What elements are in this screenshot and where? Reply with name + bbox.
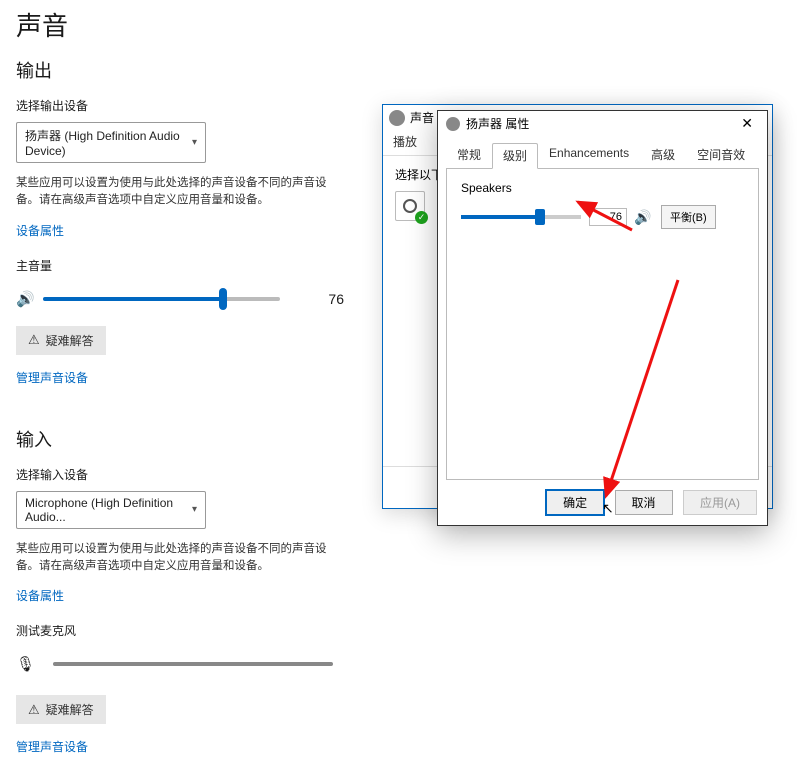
speakers-label: Speakers <box>461 181 744 195</box>
troubleshoot-label: 疑难解答 <box>46 332 94 349</box>
master-volume-label: 主音量 <box>16 257 344 274</box>
troubleshoot-label: 疑难解答 <box>46 701 94 718</box>
master-volume-value: 76 <box>300 291 344 307</box>
tab-levels[interactable]: 级别 <box>492 143 538 169</box>
level-value[interactable]: 76 <box>589 208 627 226</box>
output-select-label: 选择输出设备 <box>16 97 344 114</box>
device-item[interactable]: ✓ <box>395 191 425 221</box>
input-desc: 某些应用可以设置为使用与此处选择的声音设备不同的声音设备。请在高级声音选项中自定… <box>16 541 344 576</box>
tab-general[interactable]: 常规 <box>446 142 492 168</box>
manage-output-devices-link[interactable]: 管理声音设备 <box>16 369 88 386</box>
dialog-title: 声音 <box>410 109 434 126</box>
input-device-value: Microphone (High Definition Audio... <box>25 496 192 524</box>
output-troubleshoot-button[interactable]: ⚠ 疑难解答 <box>16 326 106 355</box>
level-slider[interactable] <box>461 215 581 219</box>
tab-spatial[interactable]: 空间音效 <box>686 142 756 168</box>
output-heading: 输出 <box>16 57 344 83</box>
manage-input-devices-link[interactable]: 管理声音设备 <box>16 738 88 755</box>
input-device-properties-link[interactable]: 设备属性 <box>16 587 64 604</box>
input-heading: 输入 <box>16 426 344 452</box>
warning-icon: ⚠ <box>28 702 40 718</box>
mic-level-meter <box>53 662 333 666</box>
output-desc: 某些应用可以设置为使用与此处选择的声音设备不同的声音设备。请在高级声音选项中自定… <box>16 175 344 210</box>
input-select-label: 选择输入设备 <box>16 466 344 483</box>
speaker-icon <box>446 117 460 131</box>
output-device-properties-link[interactable]: 设备属性 <box>16 222 64 239</box>
output-device-value: 扬声器 (High Definition Audio Device) <box>25 127 192 158</box>
check-icon: ✓ <box>415 211 428 224</box>
close-icon[interactable]: ✕ <box>735 115 759 132</box>
slider-thumb[interactable] <box>535 209 545 225</box>
apply-button: 应用(A) <box>683 490 757 515</box>
output-device-select[interactable]: 扬声器 (High Definition Audio Device) ▾ <box>16 122 206 163</box>
cancel-button[interactable]: 取消 <box>615 490 673 515</box>
speaker-properties-dialog: 扬声器 属性 ✕ 常规 级别 Enhancements 高级 空间音效 Spea… <box>437 110 768 526</box>
tab-advanced[interactable]: 高级 <box>640 142 686 168</box>
dialog-title: 扬声器 属性 <box>466 115 529 132</box>
page-title: 声音 <box>16 6 344 43</box>
speaker-icon <box>389 110 405 126</box>
slider-thumb[interactable] <box>219 288 227 310</box>
balance-button[interactable]: 平衡(B) <box>661 205 716 229</box>
ok-button[interactable]: 确定 <box>546 490 604 515</box>
speaker-device-icon <box>403 199 417 213</box>
master-volume-slider[interactable] <box>43 297 280 301</box>
input-troubleshoot-button[interactable]: ⚠ 疑难解答 <box>16 695 106 724</box>
tab-enhancements[interactable]: Enhancements <box>538 142 640 168</box>
microphone-icon: 🎙 <box>16 655 35 673</box>
mute-toggle[interactable]: 🔊 <box>633 207 653 227</box>
chevron-down-icon: ▾ <box>192 137 197 148</box>
input-device-select[interactable]: Microphone (High Definition Audio... ▾ <box>16 491 206 529</box>
warning-icon: ⚠ <box>28 332 40 348</box>
test-mic-label: 测试麦克风 <box>16 622 344 639</box>
tab-playback[interactable]: 播放 <box>383 128 427 155</box>
chevron-down-icon: ▾ <box>192 504 197 515</box>
dialog-titlebar[interactable]: 扬声器 属性 ✕ <box>438 111 767 136</box>
speaker-icon[interactable]: 🔊 <box>16 290 35 308</box>
